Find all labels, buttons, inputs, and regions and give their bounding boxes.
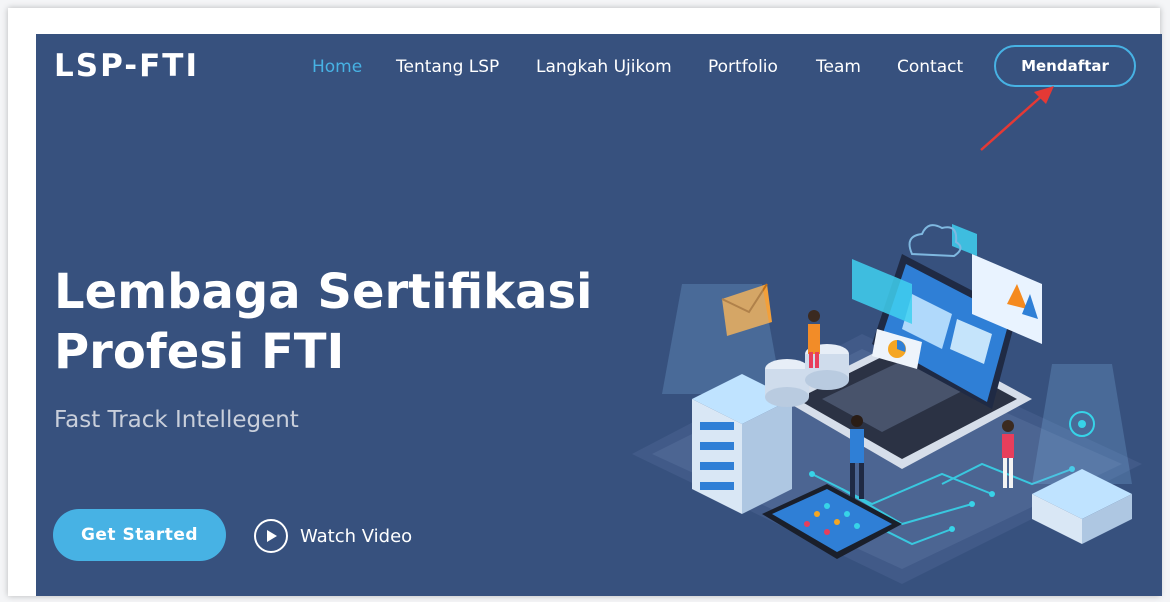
site-logo[interactable]: LSP-FTI	[54, 48, 199, 84]
nav-item-portfolio[interactable]: Portfolio	[708, 57, 778, 77]
nav-item-langkah-ujikom[interactable]: Langkah Ujikom	[536, 57, 672, 77]
nav-item-home[interactable]: Home	[312, 57, 362, 77]
hero-title-line-1: Lembaga Sertifikasi	[54, 264, 593, 320]
hero-section: LSP-FTI Home Tentang LSP Langkah Ujikom …	[36, 34, 1162, 596]
nav-item-tentang-lsp[interactable]: Tentang LSP	[396, 57, 499, 77]
watch-video-button[interactable]: Watch Video	[254, 517, 412, 555]
hero-subtitle: Fast Track Intellegent	[54, 407, 299, 433]
browser-frame: LSP-FTI Home Tentang LSP Langkah Ujikom …	[8, 8, 1162, 596]
hero-title: Lembaga Sertifikasi Profesi FTI	[54, 262, 614, 382]
watch-video-label: Watch Video	[300, 525, 413, 547]
nav-item-contact[interactable]: Contact	[897, 57, 963, 77]
annotation-arrow-icon	[980, 86, 1054, 151]
get-started-button[interactable]: Get Started	[53, 509, 226, 561]
hero-illustration	[632, 224, 1142, 584]
hero-title-line-2: Profesi FTI	[54, 324, 345, 380]
play-icon	[254, 519, 288, 553]
nav-item-team[interactable]: Team	[816, 57, 861, 77]
